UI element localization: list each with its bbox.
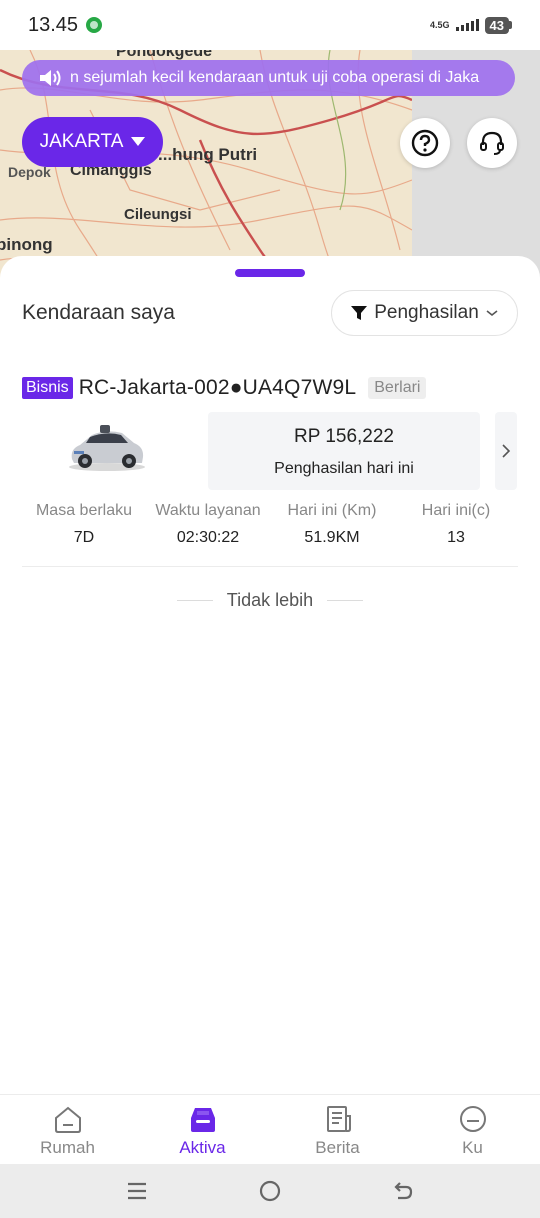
battery-icon: 43 [484, 16, 512, 34]
stat-value: 02:30:22 [176, 529, 240, 546]
nav-item-aktiva[interactable]: Aktiva [135, 1095, 270, 1164]
stat-label: Hari ini(c) [421, 502, 491, 519]
stat-service-time: Waktu layanan 02:30:22 [146, 502, 270, 547]
question-circle-icon [411, 129, 439, 157]
filter-button[interactable]: Penghasilan [331, 290, 518, 336]
stat-value: 51.9KM [304, 529, 360, 546]
status-right: 4.5G 43 [430, 16, 512, 34]
vehicle-sheet: Kendaraan saya Penghasilan Bisnis RC-Jak… [0, 256, 540, 1096]
profile-icon [459, 1106, 486, 1132]
back-button[interactable] [385, 1176, 421, 1206]
stat-trips-today: Hari ini(c) 13 [394, 502, 518, 547]
filter-label: Penghasilan [374, 302, 479, 323]
signal-icon [455, 19, 479, 31]
sheet-drag-handle[interactable] [235, 269, 305, 277]
status-badge: Berlari [368, 377, 427, 399]
nav-item-berita[interactable]: Berita [270, 1095, 405, 1164]
vehicle-stats: Masa berlaku 7D Waktu layanan 02:30:22 H… [22, 502, 518, 547]
funnel-icon [351, 306, 368, 320]
help-button[interactable] [400, 118, 450, 168]
map-label-cileungsi: Cileungsi [124, 206, 192, 223]
home-icon [54, 1106, 81, 1133]
speaker-icon [40, 70, 61, 86]
system-nav-bar [0, 1164, 540, 1218]
notification-icon [86, 17, 103, 33]
stat-value: 13 [447, 529, 465, 546]
earnings-label: Penghasilan hari ini [274, 460, 414, 477]
list-end-text: Tidak lebih [226, 590, 314, 610]
status-bar: 13.45 4.5G 43 [0, 0, 540, 50]
support-button[interactable] [467, 118, 517, 168]
menu-icon [127, 1182, 146, 1200]
stat-label: Hari ini (Km) [287, 502, 377, 519]
section-title: Kendaraan saya [22, 301, 175, 324]
map-label-binong: binong [0, 235, 53, 254]
map-label-gunung-putri: ...hung Putri [158, 145, 257, 164]
caret-down-icon [131, 136, 146, 146]
stat-distance-today: Hari ini (Km) 51.9KM [270, 502, 394, 547]
next-card-button[interactable] [495, 412, 517, 490]
recent-apps-button[interactable] [119, 1176, 155, 1206]
nav-item-ku[interactable]: Ku [405, 1095, 540, 1164]
vehicle-header[interactable]: Bisnis RC-Jakarta-002●UA4Q7W9L Berlari [22, 376, 427, 400]
stat-label: Waktu layanan [155, 502, 261, 519]
nav-label: Ku [462, 1138, 483, 1157]
home-system-button[interactable] [252, 1176, 288, 1206]
battery-level: 43 [484, 16, 509, 34]
city-label: JAKARTA [39, 131, 124, 152]
network-type: 4.5G [430, 19, 450, 30]
back-icon [394, 1182, 413, 1200]
announcement-text: n sejumlah kecil kendaraan untuk uji cob… [70, 69, 480, 86]
circle-icon [259, 1180, 281, 1202]
car-icon [190, 1108, 215, 1132]
chevron-down-icon [486, 310, 498, 317]
nav-label: Rumah [40, 1138, 95, 1157]
map-label-pondokgede: Pondokgede [116, 50, 212, 60]
nav-label: Berita [315, 1138, 360, 1157]
news-icon [326, 1106, 351, 1132]
nav-item-rumah[interactable]: Rumah [0, 1095, 135, 1164]
status-time: 13.45 [28, 13, 79, 36]
divider [22, 566, 518, 567]
earnings-card[interactable]: RP 156,222 Penghasilan hari ini [208, 412, 480, 490]
announcement-banner[interactable]: n sejumlah kecil kendaraan untuk uji cob… [22, 60, 515, 96]
stat-label: Masa berlaku [35, 502, 133, 519]
nav-label: Aktiva [179, 1138, 226, 1157]
chevron-right-icon [502, 444, 511, 458]
city-selector-button[interactable]: JAKARTA [22, 117, 163, 167]
vehicle-name: RC-Jakarta-002●UA4Q7W9L [78, 376, 357, 399]
stat-validity: Masa berlaku 7D [22, 502, 146, 547]
list-end-indicator: Tidak lebih [0, 590, 540, 611]
status-left: 13.45 [28, 13, 103, 37]
earnings-value: RP 156,222 [293, 426, 394, 447]
bottom-nav: Rumah Aktiva Berita Ku [0, 1094, 540, 1164]
headset-icon [480, 131, 504, 155]
business-tag: Bisnis [22, 377, 73, 399]
vehicle-image [69, 425, 145, 471]
stat-value: 7D [73, 529, 95, 546]
